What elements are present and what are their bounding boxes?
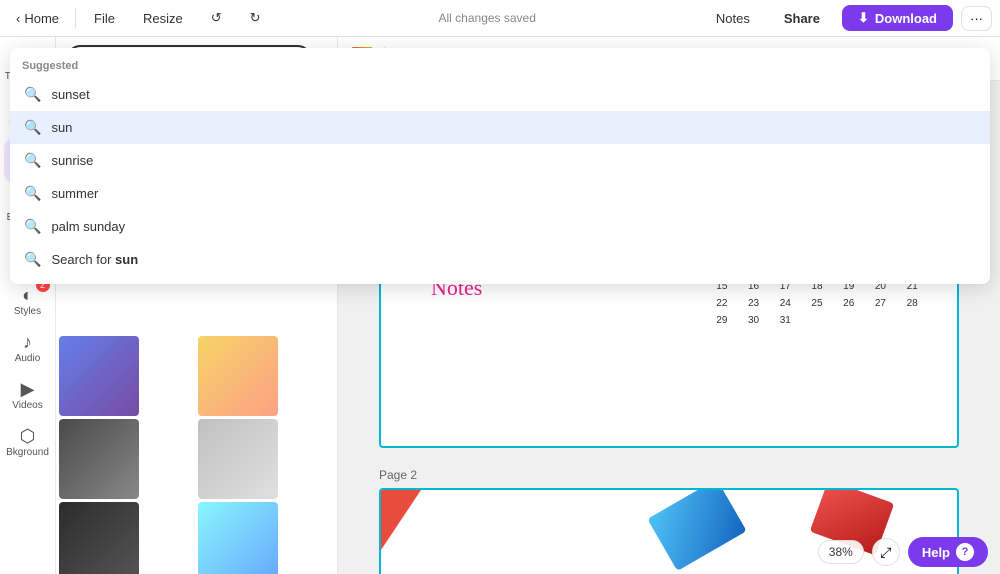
redo-button[interactable]: ↻ xyxy=(240,6,271,30)
chevron-left-icon: ‹ xyxy=(16,11,20,26)
calendar-cell: 28 xyxy=(897,296,927,311)
photo-thumb[interactable] xyxy=(59,336,139,416)
background-icon: ⬡ xyxy=(20,427,36,445)
redo-icon: ↻ xyxy=(250,10,261,26)
share-button[interactable]: Share xyxy=(770,6,834,31)
page-2-label: Page 2 xyxy=(379,468,959,482)
dropdown-item-sun[interactable]: 🔍 sun xyxy=(56,111,338,144)
panel: 🔍 ✕ ⊞ Suggested 🔍 sunset 🔍 sun 🔍 sunrise xyxy=(56,37,338,574)
resize-label: Resize xyxy=(143,11,183,26)
sidebar-item-audio[interactable]: ♪ Audio xyxy=(4,327,52,370)
calendar-cell: 26 xyxy=(834,296,864,311)
more-button[interactable]: ··· xyxy=(961,6,992,31)
sidebar-item-label: Styles xyxy=(14,306,41,317)
file-button[interactable]: File xyxy=(84,7,125,30)
calendar-cell xyxy=(802,313,832,328)
sidebar-item-background[interactable]: ⬡ Bkground xyxy=(4,421,52,464)
changes-saved: All changes saved xyxy=(279,11,696,25)
dropdown-item-sunrise[interactable]: 🔍 sunrise xyxy=(56,144,338,177)
dropdown-item-sunset[interactable]: 🔍 sunset xyxy=(56,78,338,111)
home-button[interactable]: ‹ Home xyxy=(8,7,67,30)
calendar-cell: 23 xyxy=(739,296,769,311)
dropdown-item-label: summer xyxy=(56,186,98,201)
sidebar-item-label: Videos xyxy=(12,400,42,411)
dropdown-item-label: sunrise xyxy=(56,153,93,168)
download-button[interactable]: ⬇ Download xyxy=(842,5,953,31)
sidebar-item-label: Bkground xyxy=(6,447,49,458)
home-label: Home xyxy=(24,11,59,26)
calendar-cell xyxy=(834,313,864,328)
calendar-cell xyxy=(897,313,927,328)
calendar-cell: 24 xyxy=(770,296,800,311)
calendar-cell: 22 xyxy=(707,296,737,311)
photo-thumb[interactable] xyxy=(198,336,278,416)
photo-thumb[interactable] xyxy=(59,419,139,499)
calendar-cell: 31 xyxy=(770,313,800,328)
photos-grid xyxy=(56,333,337,574)
sidebar-item-videos[interactable]: ▶ Videos xyxy=(4,374,52,417)
page-2-canvas[interactable] xyxy=(379,488,959,574)
sidebar-item-styles-wrapper: ◐ Styles 2 xyxy=(4,280,52,323)
page-2-number: Page 2 xyxy=(379,468,417,482)
undo-icon: ↺ xyxy=(211,10,222,26)
main-layout: ⊞ Templates ⬆ Uploads 🖼 Photos ✦ Element… xyxy=(0,37,1000,574)
photo-thumb[interactable] xyxy=(198,419,278,499)
page-2-wrapper: Page 2 xyxy=(379,468,959,574)
videos-icon: ▶ xyxy=(21,380,35,398)
topbar: ‹ Home File Resize ↺ ↻ All changes saved… xyxy=(0,0,1000,37)
search-dropdown: Suggested 🔍 sunset 🔍 sun 🔍 sunrise 🔍 sum… xyxy=(56,48,338,284)
audio-icon: ♪ xyxy=(23,333,32,351)
blue-pencil-decoration xyxy=(648,488,747,571)
calendar-cell: 25 xyxy=(802,296,832,311)
dropdown-item-label: sunset xyxy=(56,87,90,102)
more-icon: ··· xyxy=(970,11,983,26)
styles-icon: ◐ xyxy=(22,286,33,304)
photo-thumb[interactable] xyxy=(59,502,139,574)
dropdown-item-search-for[interactable]: 🔍 Search for sun xyxy=(56,243,338,276)
calendar-cell: 29 xyxy=(707,313,737,328)
resize-button[interactable]: Resize xyxy=(133,7,193,30)
dropdown-item-label: palm sunday xyxy=(56,219,125,234)
dropdown-section-label: Suggested xyxy=(56,56,338,78)
help-button[interactable]: Help ? xyxy=(908,537,988,567)
dropdown-item-palm-sunday[interactable]: 🔍 palm sunday xyxy=(56,210,338,243)
help-label: Help xyxy=(922,545,950,560)
undo-button[interactable]: ↺ xyxy=(201,6,232,30)
calendar-cell xyxy=(866,313,896,328)
help-icon: ? xyxy=(956,543,974,561)
download-icon: ⬇ xyxy=(858,10,869,26)
file-label: File xyxy=(94,11,115,26)
red-triangle-decoration xyxy=(381,490,421,550)
dropdown-item-label: Search for sun xyxy=(56,252,138,267)
zoom-level: 38% xyxy=(829,545,853,559)
calendar-cell: 30 xyxy=(739,313,769,328)
divider xyxy=(75,8,76,28)
dropdown-item-summer[interactable]: 🔍 summer xyxy=(56,177,338,210)
calendar-cell: 27 xyxy=(866,296,896,311)
dropdown-item-label: sun xyxy=(56,120,72,135)
zoom-display[interactable]: 38% xyxy=(818,540,864,564)
notes-button[interactable]: Notes xyxy=(704,7,762,30)
expand-icon: ⤢ xyxy=(880,544,891,561)
photo-thumb[interactable] xyxy=(198,502,278,574)
sidebar-item-styles[interactable]: ◐ Styles 2 xyxy=(4,280,52,323)
zoom-expand-button[interactable]: ⤢ xyxy=(872,538,900,566)
sidebar-item-label: Audio xyxy=(15,353,41,364)
